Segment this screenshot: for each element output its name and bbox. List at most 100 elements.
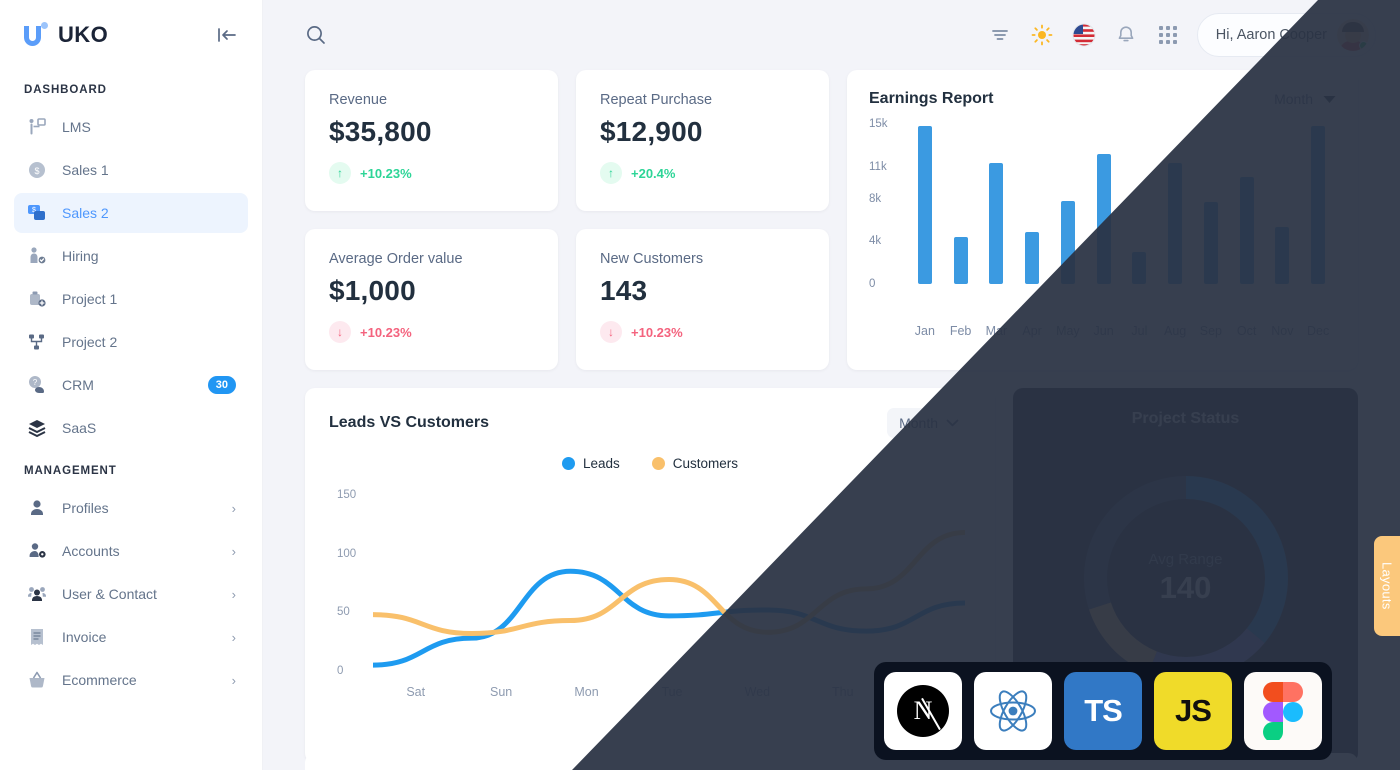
leads-period-label: Month [899, 415, 938, 431]
leads-legend: Leads Customers [329, 456, 971, 471]
legend-item[interactable]: Leads [561, 456, 620, 471]
earnings-bar-column [1229, 124, 1265, 284]
sidebar-item-crm[interactable]: ? CRM 30 [14, 365, 248, 405]
stat-title: New Customers [600, 251, 704, 267]
stat-title: Repeat Purchase [600, 92, 713, 108]
sidebar-item-project-2[interactable]: Project 2 [14, 322, 248, 362]
sidebar-item-profiles[interactable]: Profiles › [14, 488, 248, 528]
layouts-tab-label: Layouts [1379, 562, 1395, 610]
sidebar-item-sales-2[interactable]: $ Sales 2 [14, 193, 248, 233]
earnings-x-tick: Aug [1164, 324, 1187, 338]
chevron-right-icon: › [231, 586, 236, 602]
earnings-period-dropdown[interactable]: Month [1274, 91, 1336, 107]
hiring-person-icon [26, 245, 48, 267]
leads-series-line [373, 571, 965, 665]
leads-y-tick: 50 [337, 606, 350, 619]
sidebar-item-ecommerce[interactable]: Ecommerce › [14, 660, 248, 700]
stat-title: Average Order value [329, 251, 463, 267]
react-logo[interactable] [974, 672, 1052, 750]
sidebar-item-hiring[interactable]: Hiring [14, 236, 248, 276]
sidebar-item-accounts[interactable]: Accounts › [14, 531, 248, 571]
sidebar-item-label: User & Contact [62, 586, 157, 602]
earnings-report-card: Earnings Report Month 0 4k 8k 11k 15k Jan Feb… [847, 70, 1358, 370]
stat-delta: ↓ +10.23% [329, 321, 534, 343]
nextjs-logo[interactable]: N [884, 672, 962, 750]
uko-logo-icon [24, 22, 48, 48]
earnings-x-axis: Jan Feb Mar Apr May Jun Jul Aug Sep Oct Nov Dec [869, 324, 1336, 338]
search-icon[interactable] [305, 24, 327, 46]
earnings-bar[interactable] [1168, 163, 1183, 284]
figma-logo[interactable] [1244, 672, 1322, 750]
caret-down-icon [1323, 95, 1336, 103]
earnings-bar[interactable] [1203, 201, 1218, 284]
earnings-bar[interactable] [1239, 177, 1254, 284]
user-gear-icon [26, 540, 48, 562]
earnings-bar[interactable] [1025, 231, 1040, 284]
earnings-bar[interactable] [1132, 252, 1147, 284]
sidebar-item-sales-1[interactable]: $ Sales 1 [14, 150, 248, 190]
earnings-bar-column [1300, 124, 1336, 284]
earnings-x-tick: May [1056, 324, 1080, 338]
legend-label: Customers [672, 456, 739, 471]
legend-item[interactable]: Customers [651, 456, 739, 471]
earnings-x-tick: Jun [1093, 324, 1114, 338]
sidebar-item-lms[interactable]: LMS [14, 107, 248, 147]
sun-icon[interactable] [1029, 22, 1055, 48]
earnings-y-tick: 15k [869, 118, 888, 130]
sidebar-item-invoice[interactable]: Invoice › [14, 617, 248, 657]
users-group-icon [26, 583, 48, 605]
stat-delta-value: +10.23% [360, 165, 412, 181]
leads-y-tick: 0 [337, 665, 344, 677]
leads-lines [373, 483, 965, 683]
layouts-tab-button[interactable]: Layouts [1374, 536, 1400, 636]
earnings-bar-column [1086, 124, 1122, 284]
earnings-bar-column [979, 124, 1015, 284]
earnings-bar[interactable] [1311, 126, 1326, 284]
sidebar-collapse-button[interactable] [216, 26, 238, 44]
topbar-actions: Hi, Aaron Cooper [987, 13, 1376, 57]
stat-value: $1,000 [329, 275, 416, 306]
topbar: Hi, Aaron Cooper [263, 0, 1400, 70]
invoice-icon [26, 626, 48, 648]
javascript-logo[interactable]: JS [1154, 672, 1232, 750]
leads-x-tick: Tue [661, 685, 683, 699]
greeting-text: Hi, Aaron Cooper [1215, 27, 1327, 43]
leads-period-dropdown[interactable]: Month [887, 408, 971, 438]
earnings-x-tick: Apr [1022, 324, 1042, 338]
sidebar-item-project-1[interactable]: Project 1 [14, 279, 248, 319]
earnings-bar[interactable] [1096, 153, 1111, 284]
earnings-bar[interactable] [953, 237, 968, 284]
project-box-icon [26, 288, 48, 310]
sidebar-item-user-contact[interactable]: User & Contact › [14, 574, 248, 614]
earnings-x-tick: Sep [1199, 324, 1222, 338]
leads-line-chart: 0 50 100 150 [329, 483, 971, 683]
sidebar: UKO DASHBOARD LMS $ Sales 1 $ Sales 2 Hiring Pr… [0, 0, 263, 770]
usa-flag-icon[interactable] [1071, 22, 1097, 48]
project-tree-icon [26, 331, 48, 353]
sidebar-item-label: Project 1 [62, 291, 118, 307]
stat-card: Average Order value $1,000 ↓ +10.23% [305, 229, 558, 370]
stat-value: 143 [600, 275, 648, 306]
earnings-x-tick: Dec [1307, 324, 1330, 338]
logo-text: JS [1175, 693, 1212, 728]
dollar-coin-icon: $ [26, 159, 48, 181]
stat-delta: ↓ +10.23% [600, 321, 805, 343]
stat-trend-down-icon: ↓ [329, 321, 351, 343]
earnings-bar[interactable] [989, 163, 1004, 284]
user-menu-button[interactable]: Hi, Aaron Cooper [1196, 13, 1376, 57]
earnings-bar[interactable] [917, 126, 932, 284]
typescript-logo[interactable]: TS [1064, 672, 1142, 750]
bell-icon[interactable] [1113, 22, 1139, 48]
earnings-bar[interactable] [1275, 227, 1290, 284]
earnings-bar[interactable] [1060, 200, 1075, 284]
filter-lines-icon[interactable] [987, 22, 1013, 48]
svg-text:$: $ [34, 166, 39, 176]
chevron-right-icon: › [231, 543, 236, 559]
sidebar-item-label: Accounts [62, 543, 120, 559]
chevron-right-icon: › [231, 672, 236, 688]
grid-apps-icon[interactable] [1155, 22, 1181, 48]
stat-value: $12,900 [600, 116, 703, 147]
nextjs-mark: N [897, 685, 949, 737]
sidebar-item-saas[interactable]: SaaS [14, 408, 248, 448]
earnings-y-tick: 8k [869, 192, 882, 205]
